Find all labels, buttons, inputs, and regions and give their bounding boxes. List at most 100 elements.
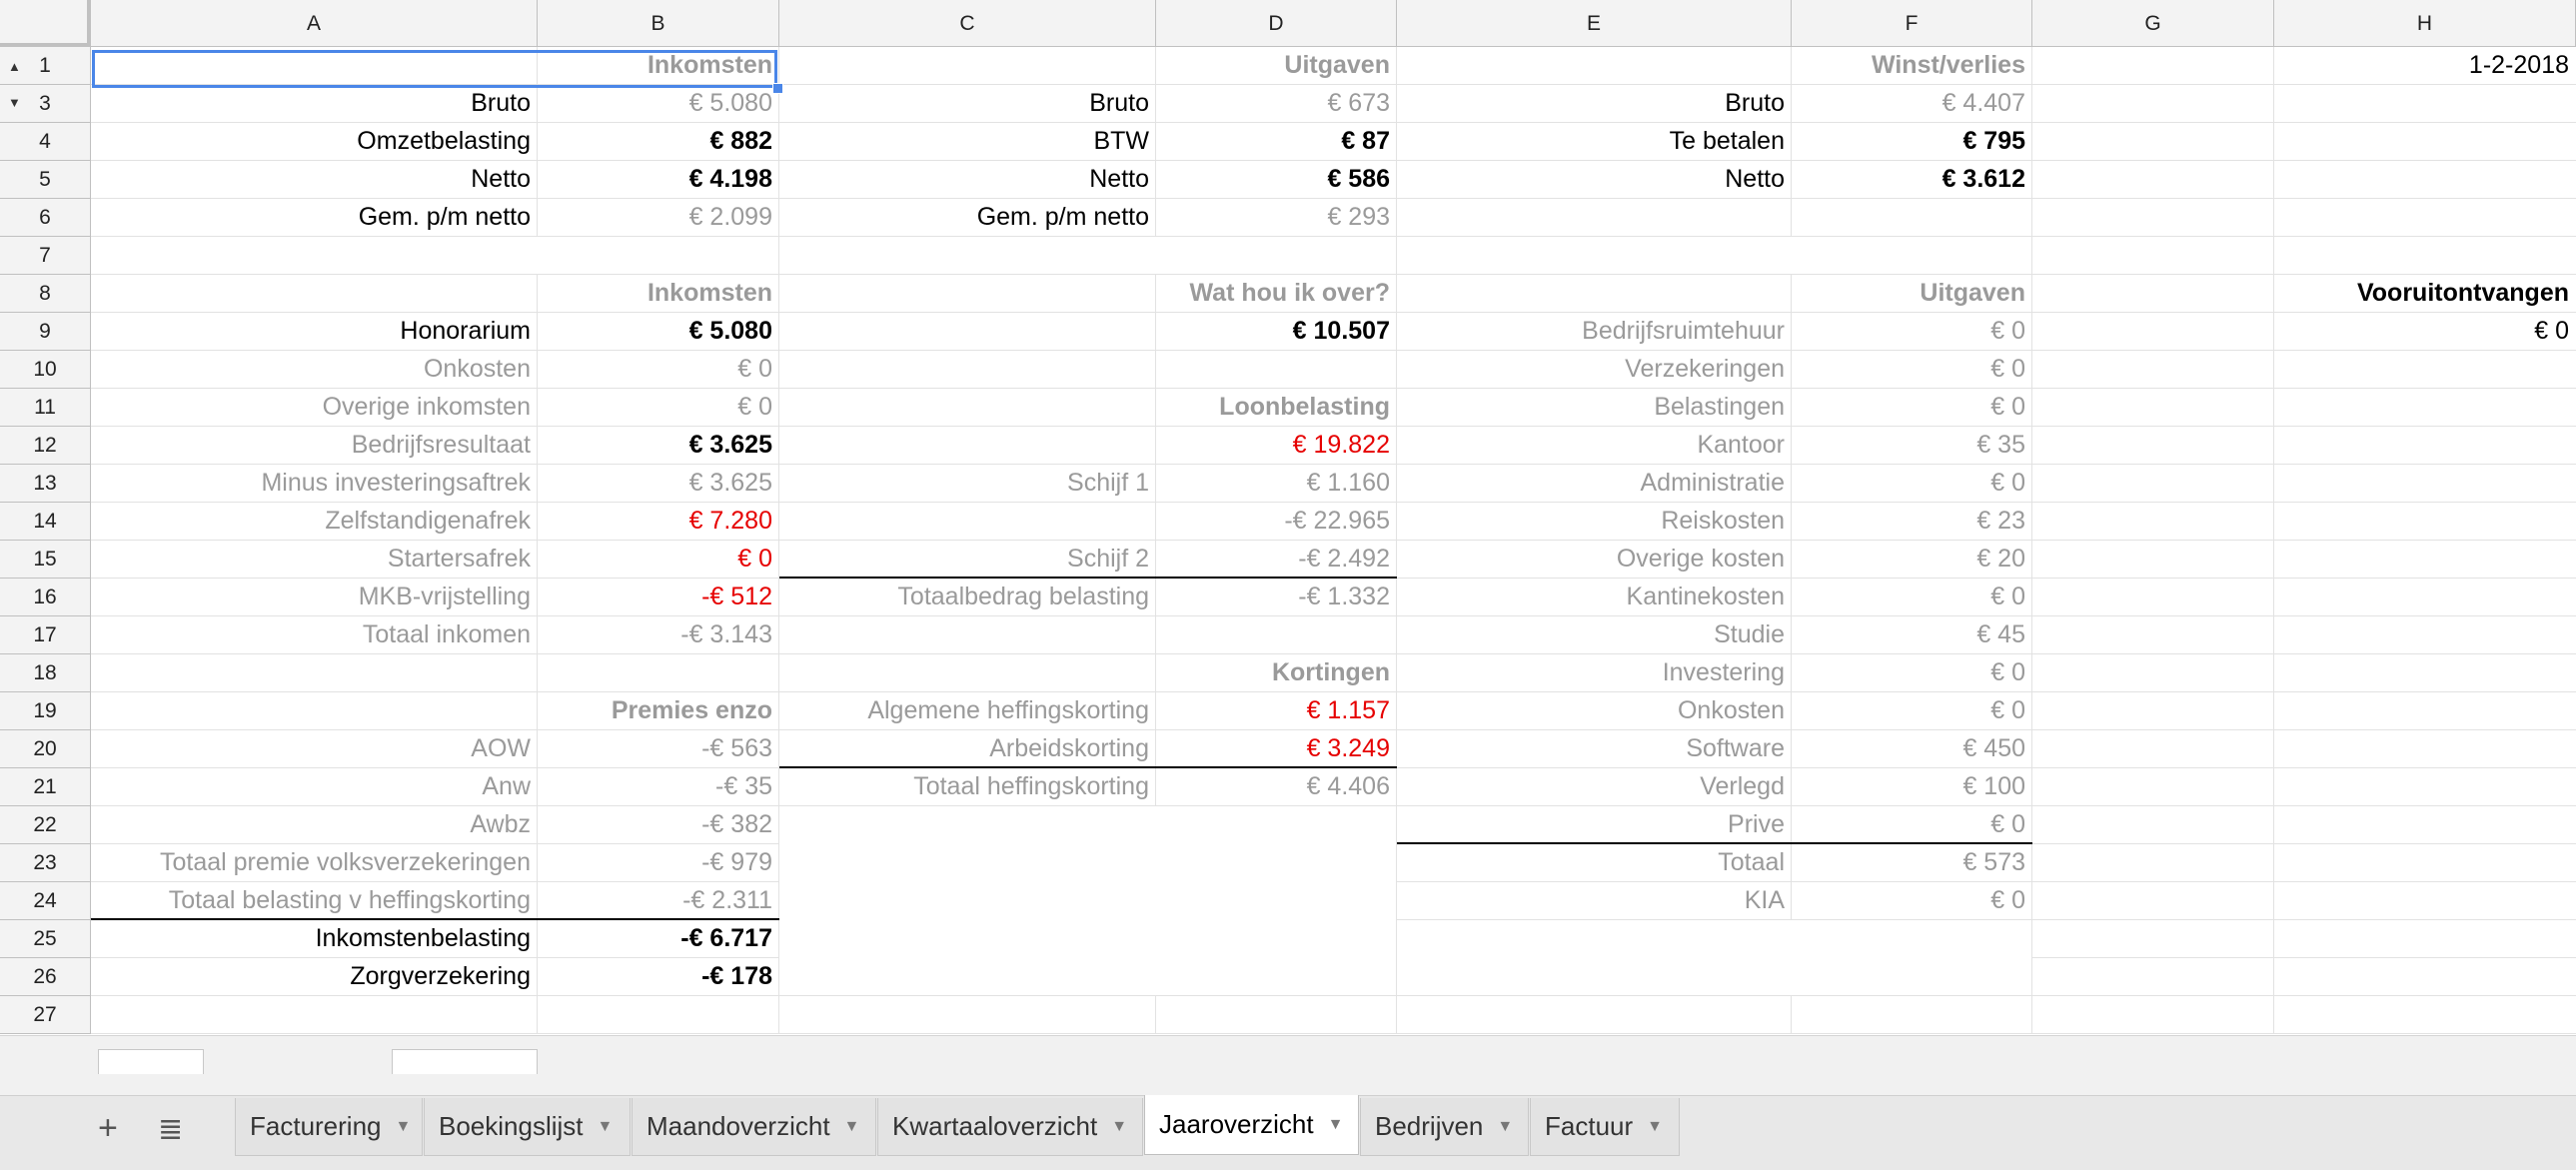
cell-D5[interactable]: € 586 (1156, 161, 1396, 198)
spreadsheet-grid[interactable]: A B C D E F G H 1 3 4 5 6 7 8 9 10 11 12 13 14 15 16 17 18 19 20 21… (0, 0, 2576, 1035)
column-header-G[interactable]: G (2032, 0, 2274, 47)
row-header-10[interactable]: 10 (0, 351, 91, 389)
cell-B20[interactable]: -€ 563 (538, 730, 778, 767)
cell-A25[interactable]: Inkomstenbelasting (91, 920, 537, 957)
cell-B5[interactable]: € 4.198 (538, 161, 778, 198)
cell-E10[interactable]: Verzekeringen (1397, 351, 1791, 388)
cell-E19[interactable]: Onkosten (1397, 692, 1791, 729)
cell-E12[interactable]: Kantoor (1397, 427, 1791, 464)
column-header-E[interactable]: E (1397, 0, 1792, 47)
cell-B22[interactable]: -€ 382 (538, 806, 778, 843)
cell-F14[interactable]: € 23 (1792, 503, 2031, 540)
row-header-23[interactable]: 23 (0, 844, 91, 882)
cell-D11[interactable]: Loonbelasting (1156, 389, 1396, 426)
cell-F21[interactable]: € 100 (1792, 768, 2031, 805)
cell-B8[interactable]: Inkomsten (538, 275, 778, 312)
cell-E21[interactable]: Verlegd (1397, 768, 1791, 805)
cell-D18[interactable]: Kortingen (1156, 654, 1396, 691)
cell-A26[interactable]: Zorgverzekering (91, 958, 537, 995)
cell-H8[interactable]: Vooruitontvangen (2274, 275, 2575, 312)
sheet-tab-jaaroverzicht[interactable]: Jaaroverzicht ▼ (1144, 1095, 1359, 1155)
cell-F8[interactable]: Uitgaven (1792, 275, 2031, 312)
caret-down-icon[interactable]: ▼ (1647, 1118, 1663, 1136)
cell-E15[interactable]: Overige kosten (1397, 541, 1791, 578)
group-collapse-icon[interactable]: ▼ (8, 95, 21, 110)
group-expand-icon[interactable]: ▲ (8, 59, 21, 74)
caret-down-icon[interactable]: ▼ (1328, 1116, 1344, 1134)
cell-D21[interactable]: € 4.406 (1156, 768, 1396, 805)
cell-F10[interactable]: € 0 (1792, 351, 2031, 388)
cell-B3[interactable]: € 5.080 (538, 85, 778, 122)
row-header-21[interactable]: 21 (0, 768, 91, 806)
cell-F4[interactable]: € 795 (1792, 123, 2031, 160)
cell-E16[interactable]: Kantinekosten (1397, 579, 1791, 615)
row-header-22[interactable]: 22 (0, 806, 91, 844)
list-icon[interactable]: ≣ (158, 1112, 183, 1147)
row-header-6[interactable]: 6 (0, 199, 91, 237)
cell-C20[interactable]: Arbeidskorting (779, 730, 1155, 767)
sheet-tab-maandoverzicht[interactable]: Maandoverzicht ▼ (632, 1098, 876, 1156)
row-header-7[interactable]: 7 (0, 237, 91, 275)
cell-F20[interactable]: € 450 (1792, 730, 2031, 767)
cell-F5[interactable]: € 3.612 (1792, 161, 2031, 198)
cell-B11[interactable]: € 0 (538, 389, 778, 426)
cell-E23[interactable]: Totaal (1397, 844, 1791, 881)
row-header-5[interactable]: 5 (0, 161, 91, 199)
cell-D1[interactable]: Uitgaven (1156, 47, 1396, 84)
cell-A6[interactable]: Gem. p/m netto (91, 199, 537, 236)
row-header-24[interactable]: 24 (0, 882, 91, 920)
cell-B25[interactable]: -€ 6.717 (538, 920, 778, 957)
cell-D8[interactable]: Wat hou ik over? (1156, 275, 1396, 312)
cell-F24[interactable]: € 0 (1792, 882, 2031, 919)
cell-D15[interactable]: -€ 2.492 (1156, 541, 1396, 578)
cell-B24[interactable]: -€ 2.311 (538, 882, 778, 919)
cell-D13[interactable]: € 1.160 (1156, 465, 1396, 502)
cell-F12[interactable]: € 35 (1792, 427, 2031, 464)
cell-E18[interactable]: Investering (1397, 654, 1791, 691)
cell-F23[interactable]: € 573 (1792, 844, 2031, 881)
partial-control-2[interactable] (392, 1049, 538, 1074)
cell-D9[interactable]: € 10.507 (1156, 313, 1396, 350)
cell-F22[interactable]: € 0 (1792, 806, 2031, 843)
sheet-tab-facturering[interactable]: Facturering ▼ (235, 1098, 423, 1156)
select-all-corner[interactable] (0, 0, 91, 47)
cell-A24[interactable]: Totaal belasting v heffingskorting (91, 882, 537, 919)
cell-H1[interactable]: 1-2-2018 (2274, 47, 2575, 84)
cell-A3[interactable]: Bruto (91, 85, 537, 122)
cell-B9[interactable]: € 5.080 (538, 313, 778, 350)
cell-C4[interactable]: BTW (779, 123, 1155, 160)
cell-A15[interactable]: Startersafrek (91, 541, 537, 578)
row-header-17[interactable]: 17 (0, 616, 91, 654)
cell-F13[interactable]: € 0 (1792, 465, 2031, 502)
cell-D6[interactable]: € 293 (1156, 199, 1396, 236)
cell-A17[interactable]: Totaal inkomen (91, 616, 537, 653)
cell-B26[interactable]: -€ 178 (538, 958, 778, 995)
cell-F9[interactable]: € 0 (1792, 313, 2031, 350)
sheet-tab-factuur[interactable]: Factuur ▼ (1530, 1098, 1680, 1156)
row-header-16[interactable]: 16 (0, 579, 91, 616)
row-header-11[interactable]: 11 (0, 389, 91, 427)
cell-D16[interactable]: -€ 1.332 (1156, 579, 1396, 615)
caret-down-icon[interactable]: ▼ (396, 1118, 412, 1136)
cell-F15[interactable]: € 20 (1792, 541, 2031, 578)
cell-A9[interactable]: Honorarium (91, 313, 537, 350)
cell-A20[interactable]: AOW (91, 730, 537, 767)
cell-C16[interactable]: Totaalbedrag belasting (779, 579, 1155, 615)
cell-B23[interactable]: -€ 979 (538, 844, 778, 881)
cell-F17[interactable]: € 45 (1792, 616, 2031, 653)
cell-E11[interactable]: Belastingen (1397, 389, 1791, 426)
cell-A23[interactable]: Totaal premie volksverzekeringen (91, 844, 537, 881)
cell-C6[interactable]: Gem. p/m netto (779, 199, 1155, 236)
cell-E4[interactable]: Te betalen (1397, 123, 1791, 160)
cell-B19[interactable]: Premies enzo (538, 692, 778, 729)
cell-B17[interactable]: -€ 3.143 (538, 616, 778, 653)
cell-A4[interactable]: Omzetbelasting (91, 123, 537, 160)
row-header-27[interactable]: 27 (0, 996, 91, 1034)
cell-D20[interactable]: € 3.249 (1156, 730, 1396, 767)
caret-down-icon[interactable]: ▼ (844, 1118, 860, 1136)
caret-down-icon[interactable]: ▼ (598, 1118, 614, 1136)
cell-E20[interactable]: Software (1397, 730, 1791, 767)
cell-F3[interactable]: € 4.407 (1792, 85, 2031, 122)
cell-C13[interactable]: Schijf 1 (779, 465, 1155, 502)
cell-B14[interactable]: € 7.280 (538, 503, 778, 540)
